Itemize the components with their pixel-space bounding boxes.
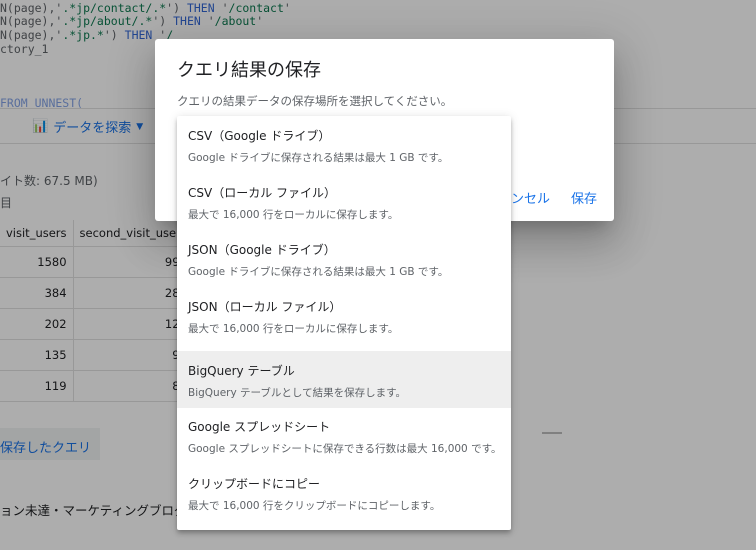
menu-option-csv-local[interactable]: CSV（ローカル ファイル） 最大で 16,000 行をローカルに保存します。	[177, 173, 511, 230]
save-location-menu: CSV（Google ドライブ） Google ドライブに保存される結果は最大 …	[177, 116, 511, 530]
save-button[interactable]: 保存	[571, 188, 597, 207]
menu-option-clipboard[interactable]: クリップボードにコピー 最大で 16,000 行をクリップボードにコピーします。	[177, 464, 511, 521]
menu-option-json-drive[interactable]: JSON（Google ドライブ） Google ドライブに保存される結果は最大…	[177, 230, 511, 287]
menu-option-json-local[interactable]: JSON（ローカル ファイル） 最大で 16,000 行をローカルに保存します。	[177, 287, 511, 344]
cancel-button[interactable]: キャンセル	[505, 188, 550, 207]
menu-option-google-sheets[interactable]: Google スプレッドシート Google スプレッドシートに保存できる行数は…	[177, 407, 511, 464]
menu-option-bigquery-table[interactable]: BigQuery テーブル BigQuery テーブルとして結果を保存します。	[177, 351, 511, 408]
menu-option-csv-drive[interactable]: CSV（Google ドライブ） Google ドライブに保存される結果は最大 …	[177, 116, 511, 173]
dialog-description: クエリの結果データの保存場所を選択してください。	[177, 94, 453, 108]
dialog-title: クエリ結果の保存	[177, 60, 321, 81]
